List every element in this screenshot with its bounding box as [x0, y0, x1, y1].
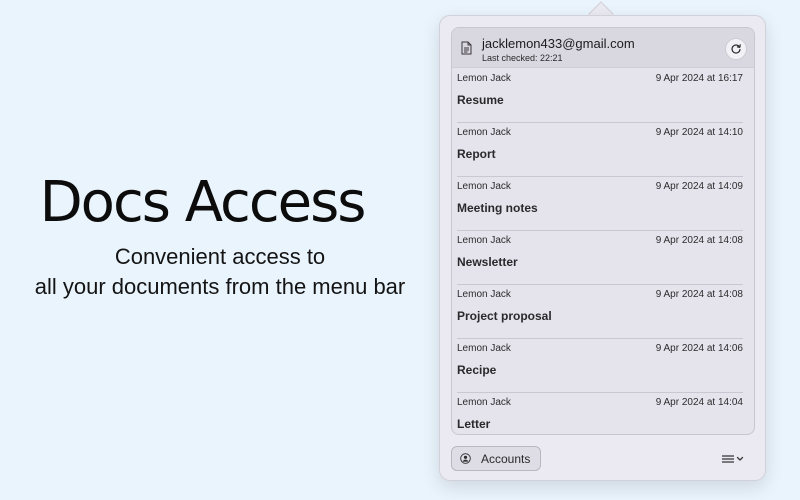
- divider: [457, 176, 743, 177]
- accounts-label: Accounts: [481, 451, 531, 466]
- document-item-recipe[interactable]: Lemon Jack 9 Apr 2024 at 14:06 Recipe: [452, 338, 754, 392]
- hero-subtitle-line-2: all your documents from the menu bar: [34, 274, 406, 299]
- document-item-resume[interactable]: Lemon Jack 9 Apr 2024 at 16:17 Resume: [452, 68, 754, 122]
- list-menu-icon: [722, 455, 744, 463]
- account-header[interactable]: jacklemon433@gmail.com Last checked: 22:…: [452, 28, 754, 68]
- document-list[interactable]: Lemon Jack 9 Apr 2024 at 16:17 Resume Le…: [452, 68, 754, 434]
- document-name: Newsletter: [457, 255, 518, 269]
- document-date: 9 Apr 2024 at 14:08: [655, 289, 743, 300]
- document-item-newsletter[interactable]: Lemon Jack 9 Apr 2024 at 14:08 Newslette…: [452, 230, 754, 284]
- hero-title: Docs Access: [39, 170, 367, 235]
- document-date: 9 Apr 2024 at 16:17: [655, 73, 743, 84]
- document-icon: [461, 41, 472, 55]
- divider: [457, 122, 743, 123]
- account-email: jacklemon433@gmail.com: [482, 36, 635, 51]
- document-author: Lemon Jack: [457, 181, 511, 192]
- divider: [457, 392, 743, 393]
- document-name: Resume: [457, 93, 504, 107]
- menu-bar-popover: jacklemon433@gmail.com Last checked: 22:…: [439, 15, 766, 481]
- divider: [457, 284, 743, 285]
- document-name: Project proposal: [457, 309, 552, 323]
- document-name: Recipe: [457, 363, 497, 377]
- hero-subtitle-line-1: Convenient access to: [114, 244, 326, 269]
- refresh-button[interactable]: [725, 38, 747, 60]
- document-author: Lemon Jack: [457, 235, 511, 246]
- document-item-project-proposal[interactable]: Lemon Jack 9 Apr 2024 at 14:08 Project p…: [452, 284, 754, 338]
- document-date: 9 Apr 2024 at 14:06: [655, 343, 743, 354]
- accounts-button[interactable]: Accounts: [451, 446, 541, 471]
- document-item-report[interactable]: Lemon Jack 9 Apr 2024 at 14:10 Report: [452, 122, 754, 176]
- account-panel: jacklemon433@gmail.com Last checked: 22:…: [451, 27, 755, 435]
- document-date: 9 Apr 2024 at 14:08: [655, 235, 743, 246]
- document-author: Lemon Jack: [457, 127, 511, 138]
- document-date: 9 Apr 2024 at 14:09: [655, 181, 743, 192]
- options-menu-button[interactable]: [720, 452, 748, 466]
- document-date: 9 Apr 2024 at 14:04: [655, 397, 743, 408]
- document-author: Lemon Jack: [457, 397, 511, 408]
- document-author: Lemon Jack: [457, 289, 511, 300]
- hero: Docs Access Convenient access to all you…: [0, 168, 440, 302]
- person-circle-icon: [460, 453, 471, 464]
- document-item-meeting-notes[interactable]: Lemon Jack 9 Apr 2024 at 14:09 Meeting n…: [452, 176, 754, 230]
- last-checked-time: Last checked: 22:21: [482, 53, 563, 63]
- document-name: Letter: [457, 417, 491, 431]
- document-item-letter[interactable]: Lemon Jack 9 Apr 2024 at 14:04 Letter: [452, 392, 754, 434]
- document-author: Lemon Jack: [457, 73, 511, 84]
- divider: [457, 338, 743, 339]
- hero-subtitle: Convenient access to all your documents …: [0, 242, 440, 302]
- document-name: Report: [457, 147, 496, 161]
- refresh-icon: [731, 44, 741, 54]
- document-date: 9 Apr 2024 at 14:10: [655, 127, 743, 138]
- document-name: Meeting notes: [457, 201, 538, 215]
- divider: [457, 230, 743, 231]
- document-author: Lemon Jack: [457, 343, 511, 354]
